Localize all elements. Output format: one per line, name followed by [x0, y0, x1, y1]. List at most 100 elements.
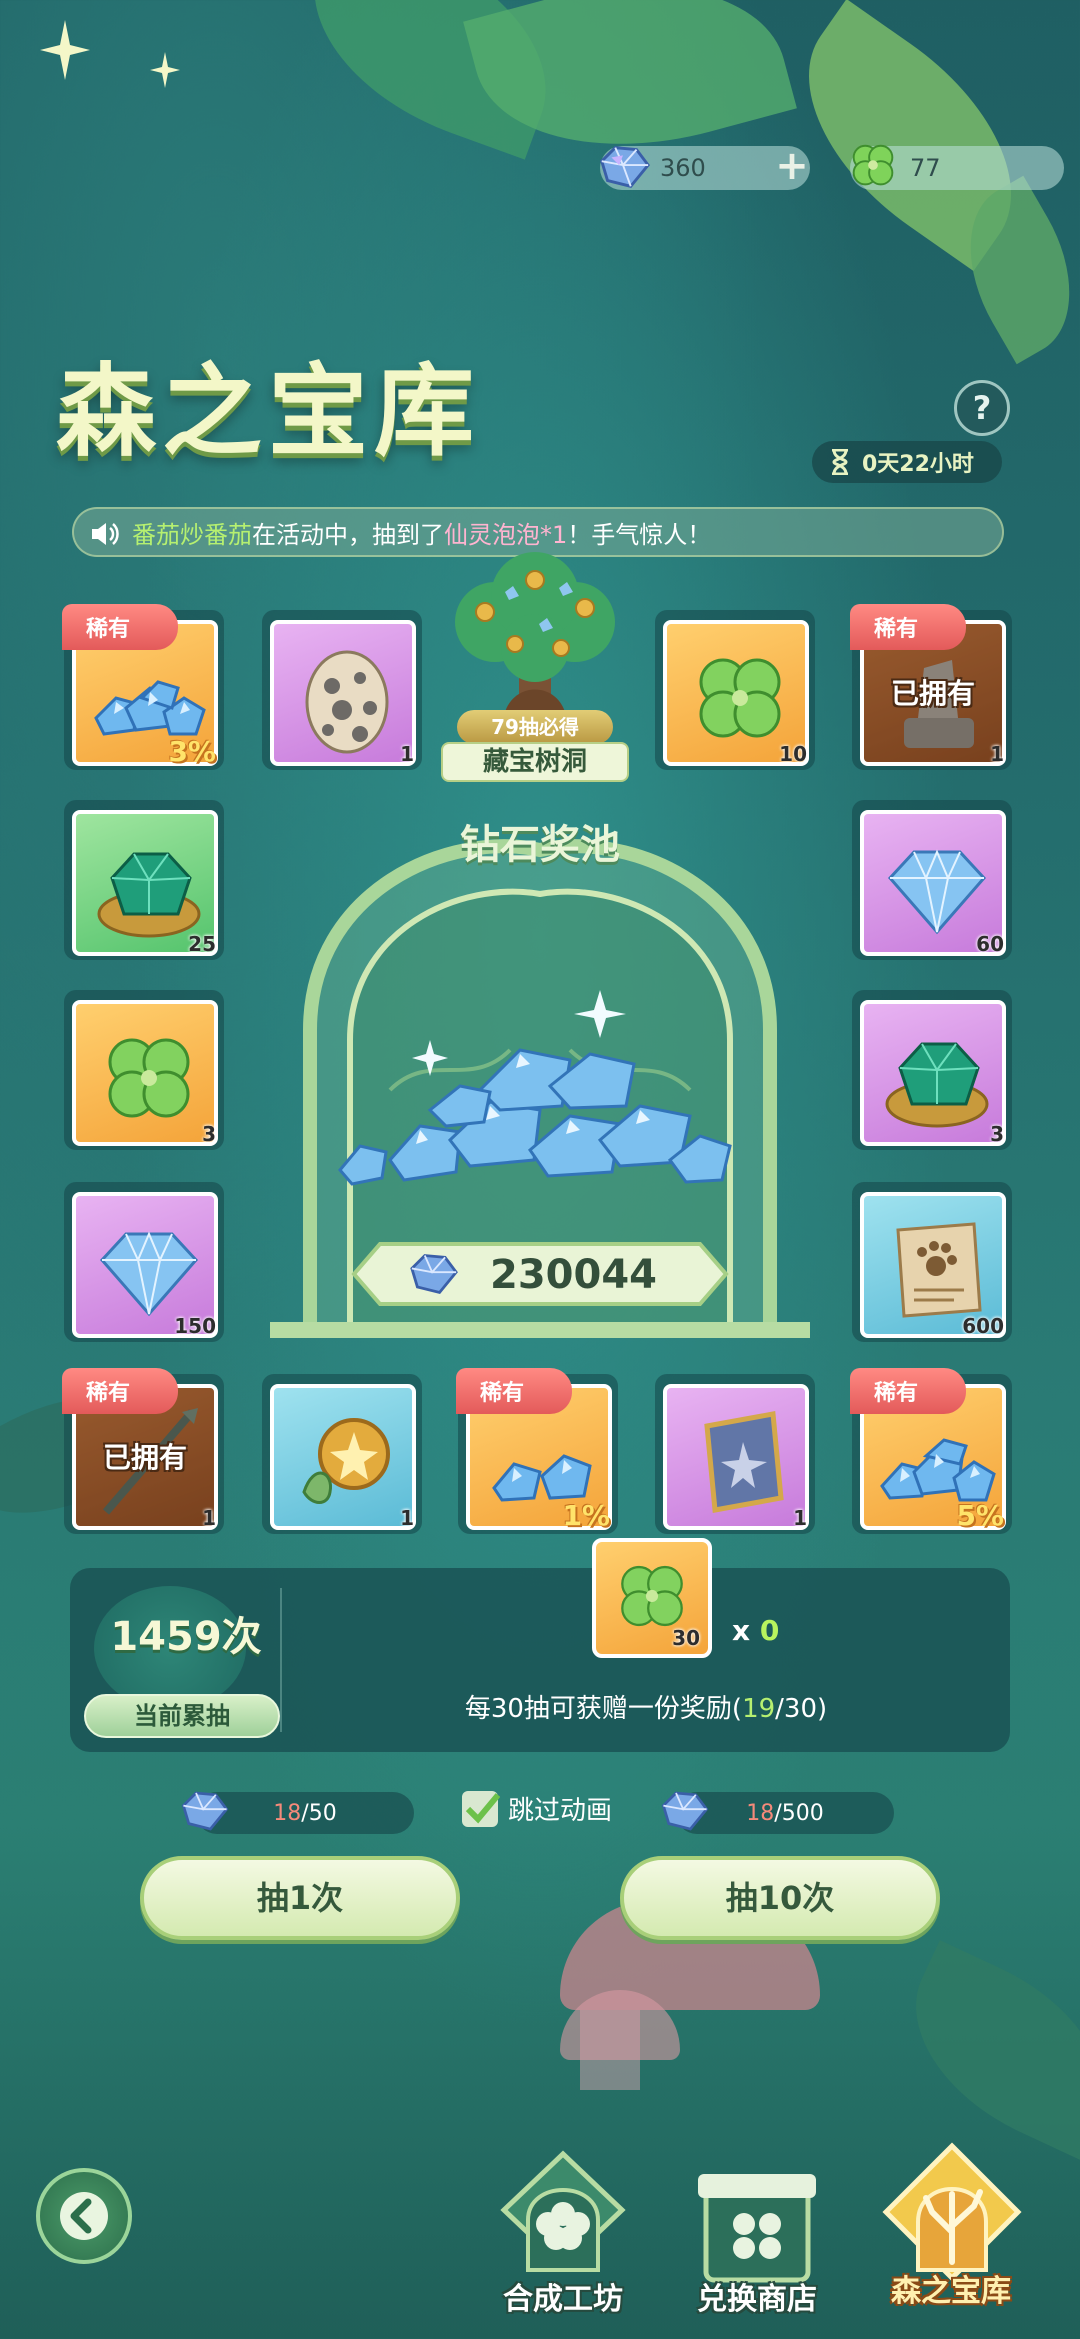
reward-multiplier-value: 0 [759, 1614, 780, 1647]
marquee-item: 仙灵泡泡*1 [444, 520, 568, 549]
item-quantity: 1 [793, 1506, 807, 1530]
draw-once-button[interactable]: 抽1次 [140, 1856, 460, 1940]
help-button[interactable]: ? [954, 380, 1010, 436]
owned-label: 已拥有 [890, 677, 975, 710]
tree-icon [455, 552, 615, 712]
item-quantity: 600 [962, 1314, 1004, 1338]
reward-slot[interactable]: 1 [262, 610, 422, 770]
item-quantity: 1 [990, 742, 1004, 766]
card-frame-icon [704, 1411, 784, 1513]
rare-badge: 稀有 [850, 604, 966, 650]
reward-slot[interactable]: 稀有 3% [62, 604, 224, 770]
skip-animation-checkbox[interactable] [462, 1790, 500, 1827]
ten-draw-cost: 18/500 [661, 1791, 894, 1834]
item-quantity: 60 [976, 932, 1004, 956]
nav-craft-workshop[interactable]: 合成工坊 [478, 2150, 648, 2330]
item-quantity: 1 [202, 1506, 216, 1530]
sparkle-icon [150, 52, 180, 88]
item-quantity: 3 [990, 1122, 1004, 1146]
draw-ten-button[interactable]: 抽10次 [620, 1856, 940, 1940]
milestone-progress: 19 [742, 1694, 776, 1724]
reward-slot[interactable]: 10 [655, 610, 815, 770]
milestone-reward-tile[interactable]: 30 [592, 1538, 712, 1658]
reward-slot[interactable]: 1 [262, 1374, 422, 1534]
owned-label: 已拥有 [102, 1441, 187, 1474]
reward-multiplier: x [732, 1614, 760, 1647]
item-quantity: 3 [202, 1122, 216, 1146]
emerald-icon [885, 1042, 989, 1128]
marquee-text: 在活动中，抽到了 [252, 520, 444, 549]
sparkle-icon [40, 20, 90, 80]
nav-craft-label: 合成工坊 [503, 2282, 623, 2317]
item-quantity: 1 [400, 1506, 414, 1530]
milestone-reward-count: x 0 [732, 1614, 779, 1647]
flower-icon [500, 2150, 626, 2272]
reward-slot[interactable]: 3 [64, 990, 224, 1150]
reward-tile [663, 1384, 809, 1530]
reward-slot[interactable]: 25 [64, 800, 224, 960]
speaker-icon [92, 523, 119, 545]
diamond-icon [887, 849, 987, 935]
marquee-text-end: ！手气惊人！ [567, 520, 712, 549]
tree-name-label: 藏宝树洞 [441, 742, 629, 782]
gem-icon [600, 146, 650, 188]
reward-slot[interactable]: 60 [852, 800, 1012, 960]
reward-slot[interactable]: 1 [655, 1374, 815, 1534]
nav-vault-label: 森之宝库 [891, 2274, 1011, 2309]
ten-cost-have: 18 [746, 1800, 775, 1826]
announcement-marquee: 番茄炒番茄 在活动中，抽到了 仙灵泡泡*1 ！手气惊人！ [72, 507, 1004, 557]
skip-animation-label: 跳过动画 [508, 1796, 613, 1826]
reward-slot[interactable]: 已拥有 稀有 1 [62, 1368, 224, 1534]
pool-title: 钻石奖池 [460, 822, 620, 868]
hourglass-icon [832, 449, 848, 475]
pool-amount-display: 230044 [350, 1240, 730, 1308]
gem-icon [410, 1254, 458, 1295]
reward-slot[interactable]: 稀有 5% [850, 1368, 1012, 1534]
clover-icon [108, 1038, 190, 1118]
cumulative-draw-panel: 1459次 当前累抽 30 x 0 每30抽可获赠一份奖励(19/30) [70, 1538, 1010, 1752]
reward-slot[interactable]: 600 [852, 1182, 1012, 1342]
nav-exchange-shop[interactable]: 兑换商店 [672, 2150, 842, 2330]
item-quantity: 150 [174, 1314, 216, 1338]
single-cost-need: /50 [301, 1800, 337, 1826]
egg-icon [305, 650, 389, 754]
item-quantity: 25 [188, 932, 216, 956]
shop-icon [698, 2174, 816, 2283]
event-timer: 0天22小时 [812, 441, 1002, 483]
rare-badge: 稀有 [62, 1368, 178, 1414]
milestone-reward-quantity: 30 [672, 1626, 700, 1650]
pool-amount: 230044 [490, 1252, 657, 1298]
item-quantity: 1 [400, 742, 414, 766]
rare-badge: 稀有 [850, 1368, 966, 1414]
clover-balance: 77 [850, 144, 1064, 190]
item-chance: 5% [956, 1499, 1004, 1532]
diamond-icon [99, 1231, 199, 1317]
golden-emblem-icon [302, 1418, 390, 1504]
paw-scroll-icon [896, 1222, 982, 1318]
treasure-tree-reward[interactable]: 79抽必得 藏宝树洞 [435, 552, 635, 782]
reward-slot[interactable]: 已拥有 稀有 1 [850, 604, 1012, 770]
panel-divider [280, 1588, 282, 1732]
item-quantity: 10 [779, 742, 807, 766]
gem-count: 360 [660, 154, 706, 182]
marquee-player: 番茄炒番茄 [132, 520, 252, 549]
reward-slot[interactable]: 稀有 1% [456, 1368, 618, 1534]
reward-tile [270, 1384, 416, 1530]
single-cost-have: 18 [273, 1800, 302, 1826]
back-arrow-icon [60, 2192, 108, 2240]
page-title: 森之宝库 [56, 352, 480, 470]
emerald-icon [97, 852, 201, 938]
clover-icon [852, 144, 894, 186]
add-gems-button[interactable]: + [772, 146, 812, 188]
diamond-pile-icon [338, 990, 732, 1186]
decor-leaf [880, 1940, 1080, 2160]
reward-slot[interactable]: 3 [852, 990, 1012, 1150]
back-button[interactable] [36, 2168, 132, 2264]
skip-animation-toggle[interactable]: 跳过动画 [462, 1790, 612, 1827]
timer-text: 0天22小时 [862, 452, 974, 477]
reward-slot[interactable]: 150 [64, 1182, 224, 1342]
rare-badge: 稀有 [62, 604, 178, 650]
nav-forest-vault[interactable]: 森之宝库 [866, 2142, 1036, 2322]
gem-icon [181, 1791, 229, 1831]
draw-count: 1459次 [110, 1614, 262, 1660]
